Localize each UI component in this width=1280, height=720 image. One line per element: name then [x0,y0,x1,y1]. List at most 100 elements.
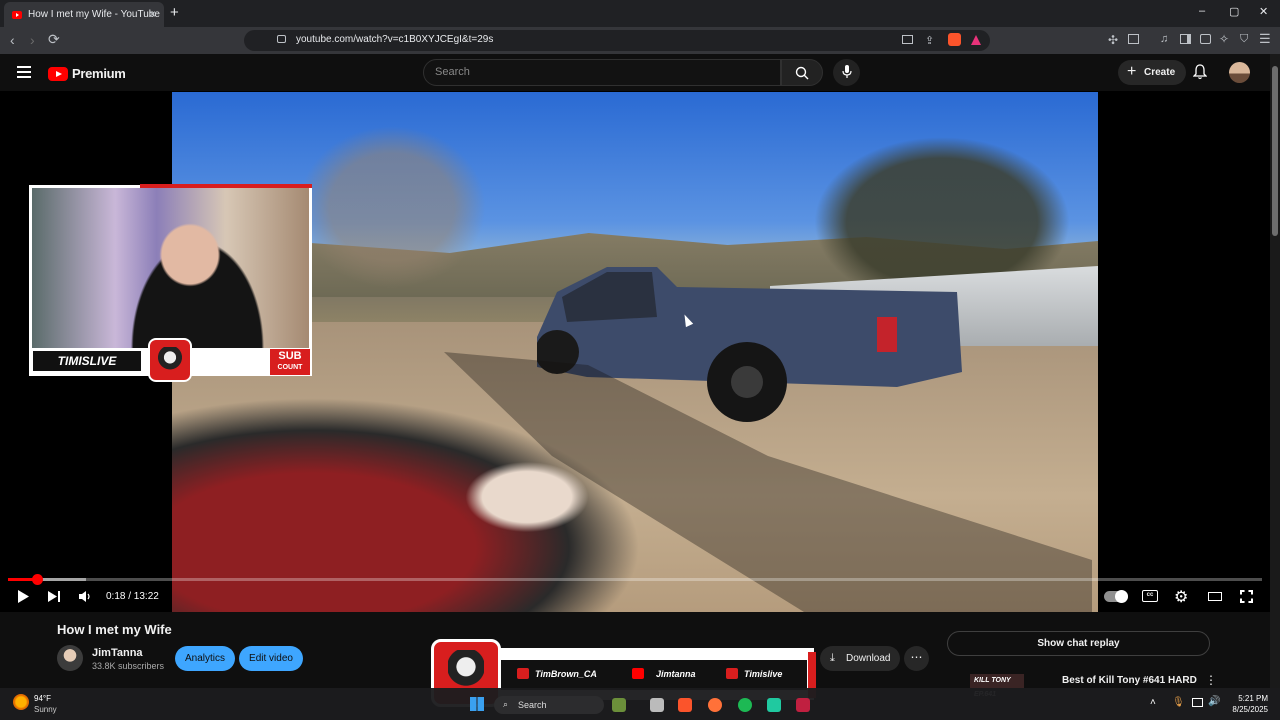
voice-search-button[interactable] [833,59,860,86]
weather-sun-icon[interactable] [13,694,29,710]
sub-count-label-2: COUNT [277,364,303,371]
brave-icon[interactable] [678,698,692,712]
download-icon: ⤓ [830,652,835,664]
next-button[interactable] [47,589,61,604]
speaker-icon[interactable]: 🔊 [1208,696,1220,707]
menu-icon[interactable]: ☰ [1259,31,1271,47]
rewards-icon[interactable] [971,35,981,45]
media-icon[interactable]: ♫ [1160,33,1168,45]
weather-temp[interactable]: 94°F [34,694,51,703]
autoplay-toggle[interactable] [1104,590,1128,603]
webcam-accent-bar [140,184,312,188]
dog-logo-icon [148,338,192,382]
new-tab-button[interactable]: + [170,4,179,21]
settings-gear-icon[interactable]: ⚙ [1174,587,1188,607]
search-icon [795,66,809,80]
vpn-icon[interactable]: ⛉ [1240,33,1248,46]
firefox-icon[interactable] [708,698,722,712]
captions-button[interactable]: cc [1142,590,1158,602]
weather-condition[interactable]: Sunny [34,705,57,714]
start-windows-icon[interactable] [470,697,484,711]
search-input[interactable]: Search [423,59,781,86]
sub-count-label-1: SUB [278,350,302,362]
taskbar-search[interactable]: Search [494,696,604,714]
create-button[interactable]: Create [1118,59,1186,85]
youtube-icon [632,668,644,679]
browser-tab-bar [0,0,1280,27]
recommended-menu-icon[interactable]: ⋮ [1205,673,1217,687]
social-handle-1: TimBrown_CA [535,669,597,679]
sub-count-badge: SUB COUNT [270,349,310,375]
download-label: Download [846,653,891,664]
mic-tray-icon[interactable]: 🎙 [1172,697,1185,708]
taskbar-clock[interactable]: 5:21 PM 8/25/2025 [1222,693,1268,715]
kick-icon [726,668,738,679]
microphone-icon [841,65,852,78]
site-info-icon[interactable] [277,35,286,43]
tab-title: How I met my Wife - YouTube [28,9,160,20]
autoplay-knob-icon [1115,590,1128,603]
youtube-logo-icon [48,66,68,81]
brave-shields-icon[interactable] [948,33,961,46]
social-handle-2: Jimtanna [656,669,696,679]
url-text: youtube.com/watch?v=c1B0XYJCEgI&t=29s [296,34,494,45]
video-hand [457,457,597,537]
subscriber-count: 33.8K subscribers [92,661,165,671]
webcam-streamer [130,215,280,348]
chat-app-icon[interactable] [767,698,781,712]
recommended-thumbnail[interactable]: KILL TONY EP.641 [970,674,1024,698]
close-tab-icon[interactable]: × [149,7,156,21]
social-handle-3: Timislive [744,669,783,679]
show-chat-replay-button[interactable]: Show chat replay [947,631,1210,656]
close-window-icon[interactable]: ✕ [1259,5,1268,18]
scrubber-handle[interactable] [32,574,43,585]
logo-text: Premium [72,66,126,81]
network-icon[interactable] [1192,698,1203,707]
youtube-premium-logo[interactable]: Premium [48,66,126,81]
reader-icon[interactable] [1128,34,1139,44]
account-avatar[interactable] [1229,62,1250,83]
forward-icon[interactable]: › [30,32,35,48]
analytics-button[interactable]: Analytics [175,646,235,671]
volume-button[interactable] [78,589,92,604]
video-title: How I met my Wife [57,622,172,637]
windows-taskbar [0,688,1280,720]
recommended-title[interactable]: Best of Kill Tony #641 HARD [1062,675,1197,686]
sidebar-icon[interactable] [1180,34,1191,44]
search-button[interactable] [781,59,823,86]
tray-chevron-icon[interactable]: ˄ [1150,697,1156,708]
back-icon[interactable]: ‹ [10,32,15,48]
channel-name[interactable]: JimTanna [92,647,143,659]
share-icon[interactable]: ⇪ [925,34,934,47]
minimize-icon[interactable]: – [1199,5,1205,17]
file-explorer-icon[interactable] [650,698,664,712]
bell-icon [1193,64,1207,80]
more-actions-button[interactable]: ⋯ [904,646,929,671]
edit-video-button[interactable]: Edit video [239,646,303,671]
clock-date: 8/25/2025 [1232,705,1268,714]
x-icon [517,668,529,679]
download-button[interactable]: ⤓ Download [820,646,900,671]
progress-bar[interactable] [8,578,1262,581]
clock-time: 5:21 PM [1238,694,1268,703]
reload-icon[interactable]: ⟳ [48,31,60,48]
taskbar-app-icon[interactable] [612,698,626,712]
play-icon [18,590,29,603]
theater-mode-icon[interactable] [1208,592,1222,601]
channel-avatar[interactable] [57,645,83,671]
spotify-icon[interactable] [738,698,752,712]
leo-ai-icon[interactable]: ✧ [1219,32,1229,46]
guide-menu-icon[interactable] [17,66,31,81]
scrollbar-thumb[interactable] [1272,66,1278,236]
rewards-app-icon[interactable] [796,698,810,712]
wallet-icon[interactable] [1200,34,1211,44]
browser-tab[interactable]: How I met my Wife - YouTube × [4,2,164,27]
extensions-icon[interactable]: ✣ [1108,33,1118,47]
maximize-icon[interactable]: ▢ [1229,5,1239,18]
video-tree-left [282,112,502,302]
notifications-button[interactable] [1193,64,1207,80]
play-button[interactable] [16,589,30,604]
cast-icon[interactable] [902,35,913,44]
youtube-favicon-icon [12,10,22,19]
streamer-name-label: TIMISLIVE [33,351,141,371]
